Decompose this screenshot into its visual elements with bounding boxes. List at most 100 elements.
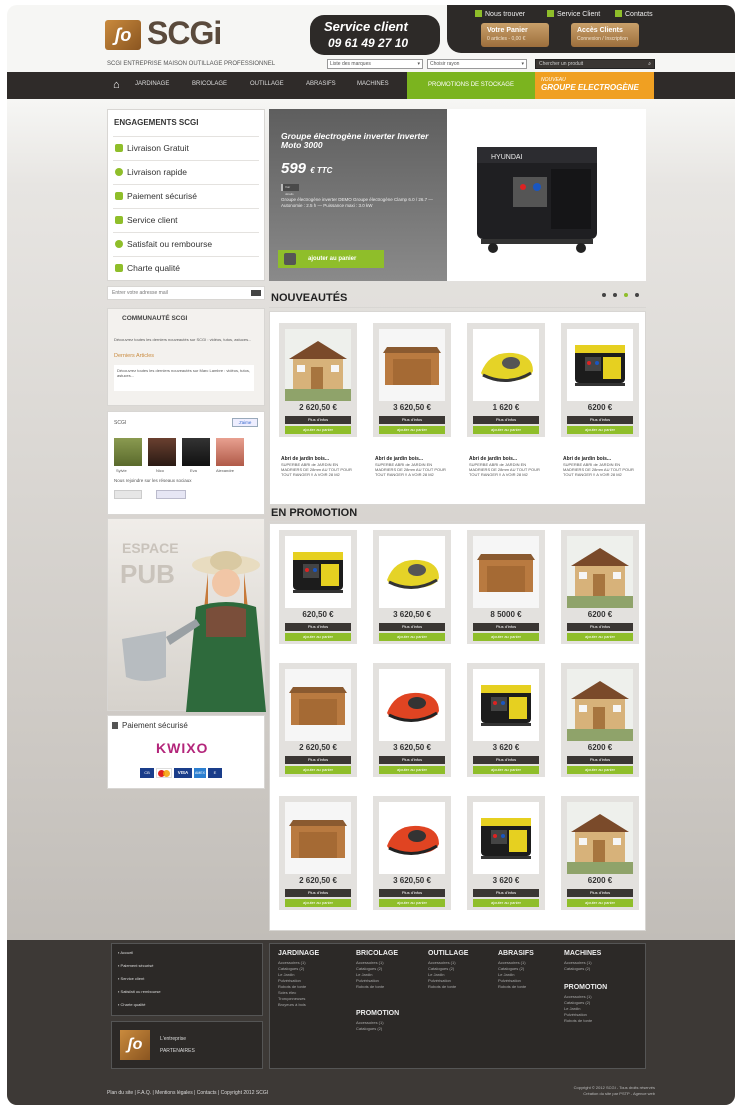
community-article[interactable]: Découvrez toutes les derniers nouveautés…: [114, 365, 254, 391]
product-card[interactable]: 6200 € Plus d'infos ajouter au panier: [561, 530, 639, 644]
nav-item-promotions[interactable]: PROMOTIONS DE STOCKAGE: [407, 72, 535, 99]
footer-link[interactable]: ▪ Paiement sécurisé: [118, 963, 153, 969]
footer-col-title[interactable]: ABRASIFS: [498, 950, 534, 957]
footer-link[interactable]: ▪ Charte qualité: [118, 1002, 145, 1008]
avatar[interactable]: [216, 438, 244, 466]
footer-col-items[interactable]: Accessoires (1) Catalogues (2): [564, 960, 592, 972]
hero-add-to-cart-button[interactable]: ajouter au panier: [278, 250, 384, 268]
carousel-dot[interactable]: [602, 293, 606, 297]
add-to-cart-button[interactable]: ajouter au panier: [379, 633, 445, 641]
add-to-cart-button[interactable]: ajouter au panier: [285, 426, 351, 434]
details-button[interactable]: Plus d'infos: [473, 889, 539, 897]
product-image[interactable]: [285, 329, 351, 401]
details-button[interactable]: Plus d'infos: [567, 623, 633, 631]
avatar[interactable]: [182, 438, 210, 466]
footer-col-title[interactable]: OUTILLAGE: [428, 950, 468, 957]
product-image[interactable]: [473, 329, 539, 401]
footer-col-items[interactable]: Accessoires (1) Catalogues (2) Le Jardin…: [564, 994, 592, 1024]
details-button[interactable]: Plus d'infos: [379, 756, 445, 764]
footer-col-items[interactable]: Accessoires (1) Catalogues (2) Le Jardin…: [428, 960, 456, 990]
account-button[interactable]: Accès Clients Connexion / Inscription: [571, 23, 639, 47]
footer-col-items[interactable]: Accessoires (1) Catalogues (2) Le Jardin…: [278, 960, 306, 1008]
add-to-cart-button[interactable]: ajouter au panier: [473, 899, 539, 907]
ad-space[interactable]: ESPACE PUB: [107, 518, 266, 712]
product-image[interactable]: [379, 802, 445, 874]
product-image[interactable]: [567, 329, 633, 401]
details-button[interactable]: Plus d'infos: [285, 623, 351, 631]
footer-col-items[interactable]: Accessoires (1) Catalogues (2): [356, 1020, 384, 1032]
product-image[interactable]: [379, 329, 445, 401]
logo-mark[interactable]: ʃo: [105, 20, 141, 50]
hero-tag[interactable]: Voir détails: [281, 184, 299, 196]
footer-col-title[interactable]: JARDINAGE: [278, 950, 319, 957]
product-card[interactable]: 3 620,50 € Plus d'infos ajouter au panier: [373, 530, 451, 644]
add-to-cart-button[interactable]: ajouter au panier: [473, 633, 539, 641]
top-link-service[interactable]: Service Client: [547, 10, 600, 18]
footer-col-title[interactable]: MACHINES: [564, 950, 601, 957]
product-image[interactable]: [567, 669, 633, 741]
details-button[interactable]: Plus d'infos: [285, 416, 351, 424]
top-link-find[interactable]: Nous trouver: [475, 10, 525, 18]
newsletter-input[interactable]: Entrer votre adresse mail: [107, 286, 265, 300]
fb-share-button[interactable]: [156, 490, 186, 499]
product-description[interactable]: Abri de jardin bois... SUPERBE ABRI de JA…: [469, 456, 543, 478]
avatar[interactable]: [148, 438, 176, 466]
product-card[interactable]: 6200 € Plus d'infos ajouter au panier: [561, 323, 639, 437]
mail-icon[interactable]: [251, 290, 261, 296]
details-button[interactable]: Plus d'infos: [473, 416, 539, 424]
details-button[interactable]: Plus d'infos: [567, 889, 633, 897]
search-icon[interactable]: ⌕: [648, 61, 651, 67]
carousel-dot[interactable]: [613, 293, 617, 297]
footer-link[interactable]: ▪ Accueil: [118, 950, 133, 956]
engagement-item[interactable]: Satisfait ou rembourse: [113, 232, 259, 255]
search-input[interactable]: Chercher un produit ⌕: [535, 59, 655, 69]
add-to-cart-button[interactable]: ajouter au panier: [285, 766, 351, 774]
product-image[interactable]: [285, 802, 351, 874]
add-to-cart-button[interactable]: ajouter au panier: [285, 899, 351, 907]
product-image[interactable]: [285, 536, 351, 608]
service-client-banner[interactable]: Service client 09 61 49 27 10: [310, 15, 440, 55]
bottom-links[interactable]: Plan du site | F.A.Q. | Mentions légales…: [107, 1090, 268, 1096]
product-image[interactable]: [473, 802, 539, 874]
carousel-dot[interactable]: [635, 293, 639, 297]
nav-item-outillage[interactable]: OUTILLAGE: [250, 81, 284, 87]
product-image[interactable]: [379, 536, 445, 608]
home-icon[interactable]: ⌂: [113, 79, 120, 91]
add-to-cart-button[interactable]: ajouter au panier: [379, 766, 445, 774]
nav-item-abrasifs[interactable]: ABRASIFS: [306, 81, 336, 87]
add-to-cart-button[interactable]: ajouter au panier: [285, 633, 351, 641]
product-card[interactable]: 8 5000 € Plus d'infos ajouter au panier: [467, 530, 545, 644]
add-to-cart-button[interactable]: ajouter au panier: [567, 426, 633, 434]
nav-item-machines[interactable]: MACHINES: [357, 81, 389, 87]
add-to-cart-button[interactable]: ajouter au panier: [379, 426, 445, 434]
add-to-cart-button[interactable]: ajouter au panier: [567, 899, 633, 907]
top-link-contacts[interactable]: Contacts: [615, 10, 653, 18]
add-to-cart-button[interactable]: ajouter au panier: [379, 899, 445, 907]
product-card[interactable]: 2 620,50 € Plus d'infos ajouter au panier: [279, 663, 357, 777]
product-description[interactable]: Abri de jardin bois... SUPERBE ABRI de JA…: [281, 456, 355, 478]
details-button[interactable]: Plus d'infos: [567, 416, 633, 424]
details-button[interactable]: Plus d'infos: [379, 889, 445, 897]
category-select[interactable]: Choisir rayon ▾: [427, 59, 527, 69]
product-card[interactable]: 3 620 € Plus d'infos ajouter au panier: [467, 663, 545, 777]
logo[interactable]: SCGi: [147, 15, 222, 52]
engagement-item[interactable]: Paiement sécurisé: [113, 184, 259, 207]
engagement-item[interactable]: Charte qualité: [113, 256, 259, 279]
product-description[interactable]: Abri de jardin bois... SUPERBE ABRI de JA…: [375, 456, 449, 478]
product-card[interactable]: 2 620,50 € Plus d'infos ajouter au panier: [279, 796, 357, 910]
engagement-item[interactable]: Livraison rapide: [113, 160, 259, 183]
product-card[interactable]: 2 620,50 € Plus d'infos ajouter au panier: [279, 323, 357, 437]
product-card[interactable]: 3 620,50 € Plus d'infos ajouter au panier: [373, 663, 451, 777]
product-image[interactable]: [567, 536, 633, 608]
product-card[interactable]: 1 620 € Plus d'infos ajouter au panier: [467, 323, 545, 437]
details-button[interactable]: Plus d'infos: [285, 756, 351, 764]
carousel-dot-active[interactable]: [624, 293, 628, 297]
footer-col-items[interactable]: Accessoires (1) Catalogues (2) Le Jardin…: [356, 960, 384, 990]
engagement-item[interactable]: Service client: [113, 208, 259, 231]
nav-item-jardinage[interactable]: JARDINAGE: [135, 81, 169, 87]
footer-col-items[interactable]: Accessoires (1) Catalogues (2) Le Jardin…: [498, 960, 526, 990]
details-button[interactable]: Plus d'infos: [285, 889, 351, 897]
add-to-cart-button[interactable]: ajouter au panier: [567, 766, 633, 774]
footer-col-title[interactable]: PROMOTION: [564, 984, 607, 991]
avatar[interactable]: [114, 438, 142, 466]
